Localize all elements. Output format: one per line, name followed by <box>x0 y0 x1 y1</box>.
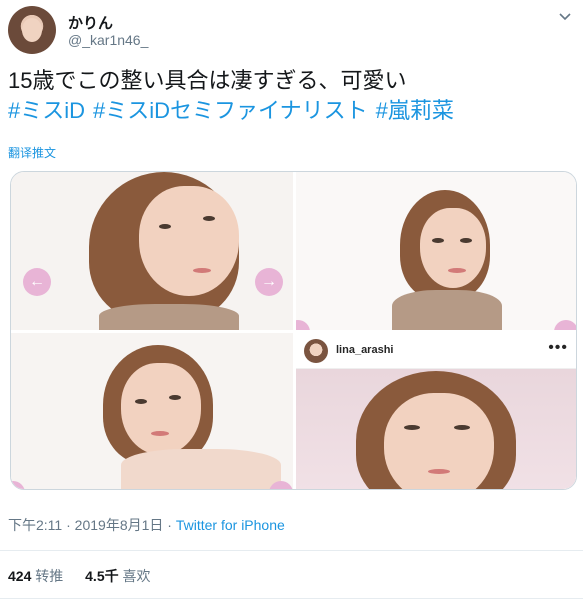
arrow-right-icon[interactable] <box>554 320 576 330</box>
meta-separator: · <box>66 517 71 533</box>
instagram-photo <box>296 369 576 489</box>
meta-separator: · <box>167 517 172 533</box>
likes-stat[interactable]: 4.5千 喜欢 <box>85 568 150 584</box>
photo-subject-eye <box>460 238 472 243</box>
tweet-time[interactable]: 下午2:11 <box>8 517 62 533</box>
tweet-source-link[interactable]: Twitter for iPhone <box>176 517 285 533</box>
photo-subject-eye <box>169 395 181 400</box>
photo-subject-lips <box>448 268 466 273</box>
photo-subject-eye <box>432 238 444 243</box>
user-avatar[interactable] <box>8 6 56 54</box>
likes-count: 4.5千 <box>85 568 119 584</box>
instagram-avatar[interactable] <box>304 339 328 363</box>
photo-subject-eye <box>454 425 470 430</box>
instagram-post-header: lina_arashi ••• <box>296 333 576 369</box>
tweet-text: 15歳でこの整い具合は凄すぎる、可愛い #ミスiD #ミスiDセミファイナリスト #… <box>8 66 568 126</box>
more-options-icon[interactable]: ••• <box>548 339 568 357</box>
hashtag-link[interactable]: #ミスiDセミファイナリスト <box>93 98 368 123</box>
tweet-options-button[interactable] <box>556 10 574 28</box>
hashtag-link[interactable]: #ミスiD <box>8 98 85 123</box>
photo-subject-eye <box>203 216 215 221</box>
chevron-down-icon <box>559 13 571 21</box>
retweets-stat[interactable]: 424 转推 <box>8 568 67 584</box>
tweet-stats: 424 转推 4.5千 喜欢 <box>8 566 169 586</box>
tweet-body: 15歳でこの整い具合は凄すぎる、可愛い <box>8 68 407 93</box>
photo-subject-arms <box>121 449 281 489</box>
media-grid: ← → lina_arashi ••• <box>10 171 577 490</box>
display-name[interactable]: かりん <box>68 12 113 33</box>
divider <box>0 598 583 599</box>
hashtag-link[interactable]: #嵐莉菜 <box>376 98 454 123</box>
translate-tweet-link[interactable]: 翻译推文 <box>8 144 56 161</box>
photo-subject-face <box>384 393 494 489</box>
photo-subject-face <box>420 208 486 288</box>
retweets-count: 424 <box>8 568 32 584</box>
retweets-label: 转推 <box>35 568 64 584</box>
photo-subject-lips <box>151 431 169 436</box>
photo-subject-shirt <box>99 304 239 330</box>
photo-subject-eye <box>404 425 420 430</box>
photo-subject-face <box>139 186 239 296</box>
user-handle[interactable]: @_kar1n46_ <box>68 32 148 48</box>
photo-3[interactable] <box>11 333 293 489</box>
photo-2[interactable] <box>296 172 576 330</box>
instagram-username[interactable]: lina_arashi <box>336 344 393 356</box>
arrow-right-icon[interactable]: → <box>255 268 283 296</box>
tweet-date[interactable]: 2019年8月1日 <box>75 517 164 533</box>
likes-label: 喜欢 <box>122 568 151 584</box>
arrow-left-icon[interactable] <box>11 481 25 489</box>
photo-subject-shirt <box>392 290 502 330</box>
photo-subject-lips <box>428 469 450 474</box>
arrow-left-icon[interactable]: ← <box>23 268 51 296</box>
photo-subject-eye <box>135 399 147 404</box>
photo-1[interactable]: ← → <box>11 172 293 330</box>
hashtag-list: #ミスiD #ミスiDセミファイナリスト #嵐莉菜 <box>8 96 568 126</box>
tweet-meta: 下午2:11 · 2019年8月1日 · Twitter for iPhone <box>8 515 285 535</box>
photo-4-instagram-post[interactable]: lina_arashi ••• <box>296 333 576 489</box>
arrow-left-icon[interactable] <box>296 320 310 330</box>
photo-subject-lips <box>193 268 211 273</box>
photo-subject-face <box>121 363 201 455</box>
photo-subject-eye <box>159 224 171 229</box>
divider <box>0 550 583 551</box>
